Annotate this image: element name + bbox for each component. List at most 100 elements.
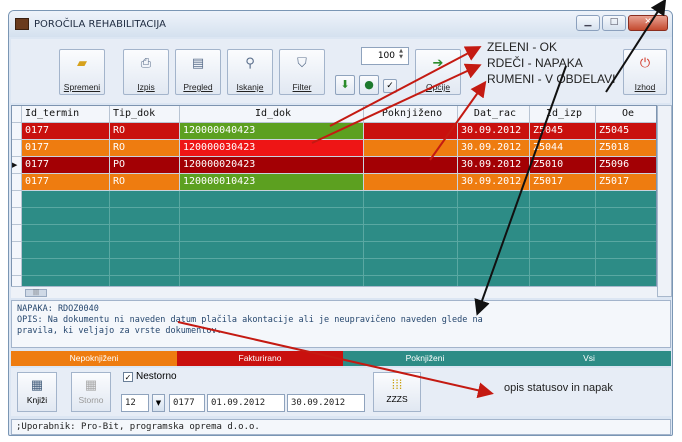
- date-to-field[interactable]: 30.09.2012: [287, 394, 365, 412]
- table-cell[interactable]: 120000020423: [180, 157, 364, 174]
- grid-header: Id_termin Tip_dok Id_dok Poknjiženo Dat_…: [12, 106, 656, 123]
- table-cell[interactable]: RO: [110, 140, 180, 157]
- table-cell: [530, 208, 596, 225]
- annotation-note: opis statusov in napak: [504, 382, 613, 394]
- column-header[interactable]: Id_izp: [530, 106, 596, 123]
- row-indicator[interactable]: [12, 123, 22, 140]
- table-cell: [458, 208, 530, 225]
- table-cell[interactable]: PO: [110, 157, 180, 174]
- counter-spinner[interactable]: 100: [361, 47, 409, 65]
- table-cell: [364, 191, 458, 208]
- spremeni-label: Spremeni: [63, 82, 101, 92]
- table-row[interactable]: 0177 RO 120000010423 30.09.2012 Z5017 Z5017: [12, 174, 656, 191]
- error-description: NAPAKA: RDOZ0040 OPIS: Na dokumentu ni n…: [11, 300, 671, 348]
- table-cell[interactable]: 30.09.2012: [458, 123, 530, 140]
- minimize-icon[interactable]: ▁: [576, 15, 600, 31]
- column-header[interactable]: Dat_rac: [458, 106, 530, 123]
- table-cell[interactable]: Z5017: [530, 174, 596, 191]
- table-cell: [180, 259, 364, 276]
- vertical-scrollbar[interactable]: [657, 105, 672, 297]
- table-cell: [22, 225, 110, 242]
- table-cell[interactable]: Z5018: [596, 140, 656, 157]
- table-cell[interactable]: Z5044: [530, 140, 596, 157]
- error-text-line: OPIS: Na dokumentu ni naveden datum plač…: [17, 315, 483, 325]
- book-icon: ▦: [30, 377, 44, 392]
- storno-button[interactable]: ▦ Storno: [71, 372, 111, 412]
- spremeni-button[interactable]: ▰ Spremeni: [59, 49, 105, 95]
- table-cell: [180, 242, 364, 259]
- date-from-field[interactable]: 01.09.2012: [207, 394, 285, 412]
- table-cell[interactable]: 30.09.2012: [458, 157, 530, 174]
- column-header[interactable]: Id_dok: [180, 106, 364, 123]
- iskanje-button[interactable]: ⚲ Iskanje: [227, 49, 273, 95]
- table-row[interactable]: ▶ 0177 PO 120000020423 30.09.2012 Z5010 Z5096: [12, 157, 656, 174]
- pregled-label: Pregled: [183, 82, 213, 92]
- row-indicator[interactable]: [12, 140, 22, 157]
- maximize-icon[interactable]: □: [602, 15, 626, 31]
- table-cell[interactable]: Z5045: [530, 123, 596, 140]
- table-cell[interactable]: Z5010: [530, 157, 596, 174]
- table-cell[interactable]: Z5017: [596, 174, 656, 191]
- column-header[interactable]: Id_termin: [22, 106, 110, 123]
- current-row-indicator[interactable]: ▶: [12, 157, 22, 174]
- table-cell[interactable]: 120000030423: [180, 140, 364, 157]
- table-cell[interactable]: [364, 157, 458, 174]
- month-select[interactable]: 12: [121, 394, 149, 412]
- option-checkbox[interactable]: ✓: [383, 79, 397, 93]
- status-tabs: Nepoknjiženi Fakturirano Poknjiženi Vsi: [11, 351, 671, 366]
- table-cell[interactable]: 0177: [22, 140, 110, 157]
- tab-nepoknjizeni[interactable]: Nepoknjiženi: [11, 351, 177, 366]
- table-cell: [458, 242, 530, 259]
- status-legend: ZELENI - OK RDEČI - NAPAKA RUMENI - V OB…: [487, 39, 637, 87]
- table-cell: [530, 225, 596, 242]
- opcije-button[interactable]: ➔ Opcije: [415, 49, 461, 95]
- options-icon: ➔: [432, 56, 444, 71]
- izhod-label: Izhod: [634, 82, 656, 92]
- iskanje-label: Iskanje: [236, 82, 264, 92]
- chevron-down-icon[interactable]: ▼: [152, 394, 165, 412]
- column-header[interactable]: Oe: [596, 106, 656, 123]
- pregled-button[interactable]: ▤ Pregled: [175, 49, 221, 95]
- table-cell[interactable]: 0177: [22, 157, 110, 174]
- table-row[interactable]: 0177 RO 120000030423 30.09.2012 Z5044 Z5018: [12, 140, 656, 157]
- filter-button[interactable]: ⛉ Filter: [279, 49, 325, 95]
- table-cell[interactable]: RO: [110, 174, 180, 191]
- table-cell[interactable]: Z5096: [596, 157, 656, 174]
- horizontal-scrollbar[interactable]: |||: [11, 286, 657, 298]
- nestorno-checkbox[interactable]: ✓ Nestorno: [123, 371, 177, 382]
- table-cell[interactable]: [364, 123, 458, 140]
- toolbar: ▰ Spremeni ⎙ Izpis ▤ Pregled ⚲ Iskanje ⛉…: [11, 39, 670, 103]
- globe-icon[interactable]: ●: [359, 75, 379, 95]
- table-cell[interactable]: [364, 140, 458, 157]
- close-icon[interactable]: ✕: [628, 15, 668, 31]
- table-cell: [180, 225, 364, 242]
- izpis-button[interactable]: ⎙ Izpis: [123, 49, 169, 95]
- column-header[interactable]: Poknjiženo: [364, 106, 458, 123]
- refresh-icon[interactable]: ⬇: [335, 75, 355, 95]
- opcije-label: Opcije: [425, 82, 451, 92]
- table-cell[interactable]: 120000040423: [180, 123, 364, 140]
- table-cell[interactable]: 120000010423: [180, 174, 364, 191]
- table-cell[interactable]: 0177: [22, 174, 110, 191]
- scroll-thumb[interactable]: |||: [25, 289, 47, 297]
- tab-fakturirano[interactable]: Fakturirano: [177, 351, 343, 366]
- table-cell[interactable]: [364, 174, 458, 191]
- termin-field[interactable]: 0177: [169, 394, 205, 412]
- row-indicator[interactable]: [12, 174, 22, 191]
- table-cell: [110, 225, 180, 242]
- table-cell[interactable]: 0177: [22, 123, 110, 140]
- table-cell: [364, 208, 458, 225]
- knjizi-button[interactable]: ▦ Knjiži: [17, 372, 57, 412]
- table-row[interactable]: 0177 RO 120000040423 30.09.2012 Z5045 Z5045: [12, 123, 656, 140]
- table-cell[interactable]: 30.09.2012: [458, 140, 530, 157]
- table-cell[interactable]: Z5045: [596, 123, 656, 140]
- table-cell[interactable]: 30.09.2012: [458, 174, 530, 191]
- column-header[interactable]: Tip_dok: [110, 106, 180, 123]
- table-cell: [596, 208, 656, 225]
- table-cell[interactable]: RO: [110, 123, 180, 140]
- legend-red: RDEČI - NAPAKA: [487, 56, 583, 70]
- table-cell: [364, 242, 458, 259]
- zzzs-button[interactable]: ⁞⁞⁞ ZZZS: [373, 372, 421, 412]
- tab-vsi[interactable]: Vsi: [507, 351, 671, 366]
- tab-poknjizeni[interactable]: Poknjiženi: [343, 351, 507, 366]
